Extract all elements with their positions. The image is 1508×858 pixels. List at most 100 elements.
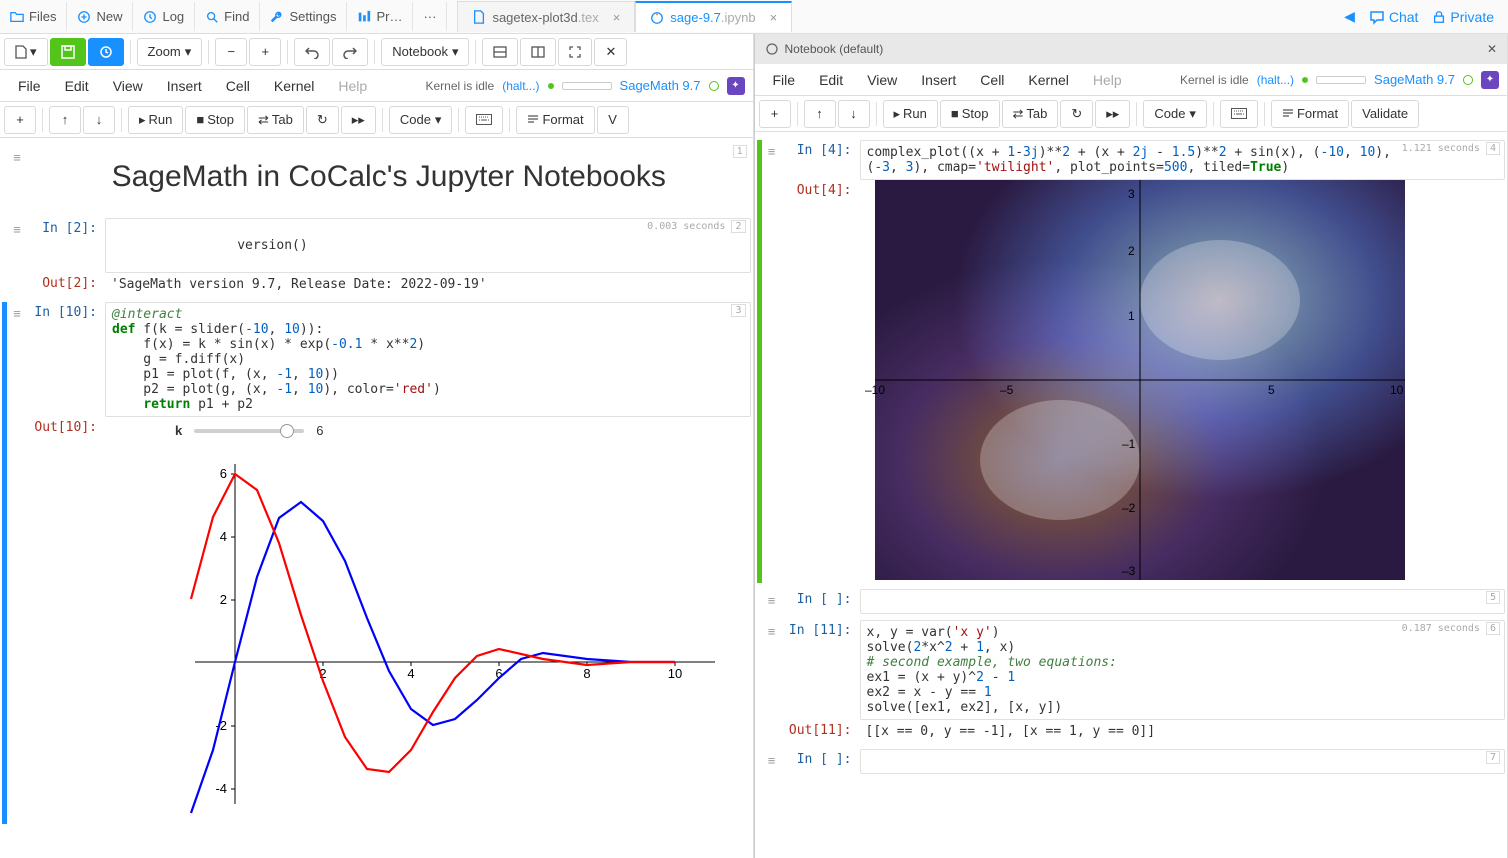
menu-kernel[interactable]: Kernel	[1018, 67, 1078, 93]
bars-icon	[357, 10, 371, 24]
zoom-in-button[interactable]: +	[249, 38, 281, 66]
redo-button[interactable]	[332, 38, 368, 66]
format-button[interactable]: Format	[1271, 100, 1349, 128]
right-notebook-body[interactable]: ≡ In [4]: 1.121 seconds 4complex_plot((x…	[755, 132, 1508, 858]
menu-edit[interactable]: Edit	[809, 67, 853, 93]
menu-insert[interactable]: Insert	[911, 67, 966, 93]
close-pane-button[interactable]: ✕	[594, 38, 627, 66]
document-icon	[15, 45, 27, 59]
split-h-button[interactable]	[482, 38, 518, 66]
move-up-button[interactable]: ↑	[49, 106, 81, 134]
run-button[interactable]: ▸ Run	[883, 100, 938, 128]
files-button[interactable]: Files	[0, 2, 67, 31]
cell-drag-icon[interactable]: ≡	[762, 140, 782, 583]
code-cell-empty-5[interactable]: ≡ In [ ]: 5	[757, 589, 1506, 614]
menu-help[interactable]: Help	[328, 73, 377, 99]
move-down-button[interactable]: ↓	[838, 100, 870, 128]
code-cell-2[interactable]: ≡ In [2]: 0.003 seconds 2version() Out[2…	[2, 218, 751, 296]
run-all-button[interactable]: ▸▸	[341, 106, 376, 134]
insert-cell-button[interactable]: +	[759, 100, 791, 128]
private-button[interactable]: Private	[1432, 9, 1494, 25]
chat-button[interactable]: Chat	[1369, 9, 1419, 25]
processes-button[interactable]: Pr…	[347, 2, 413, 31]
tab-sage97[interactable]: sage-9.7.ipynb ×	[635, 1, 792, 32]
cell-drag-icon[interactable]: ≡	[7, 302, 27, 824]
code-input[interactable]: 1.121 seconds 4complex_plot((x + 1-3j)**…	[860, 140, 1506, 180]
slider-thumb[interactable]	[280, 424, 294, 438]
cell-drag-icon[interactable]: ≡	[762, 589, 782, 614]
close-icon[interactable]: ✕	[1487, 42, 1497, 56]
code-input[interactable]: 0.003 seconds 2version()	[105, 218, 751, 273]
restart-button[interactable]: ↻	[1060, 100, 1093, 128]
close-icon[interactable]: ×	[770, 10, 778, 25]
interact-widget: k 6	[105, 417, 751, 444]
cell-drag-icon[interactable]: ≡	[762, 620, 782, 743]
stop-button[interactable]: ■ Stop	[185, 106, 245, 134]
fullscreen-button[interactable]	[558, 38, 592, 66]
code-cell-11[interactable]: ≡ In [11]: 0.187 seconds 6x, y = var('x …	[757, 620, 1506, 743]
celltype-dropdown[interactable]: Code ▾	[389, 106, 453, 134]
zoom-out-button[interactable]: −	[215, 38, 247, 66]
code-input[interactable]: 7	[860, 749, 1506, 774]
run-button[interactable]: ▸ Run	[128, 106, 183, 134]
run-all-button[interactable]: ▸▸	[1095, 100, 1130, 128]
kernel-halt-button[interactable]: (halt...)	[502, 79, 539, 93]
top-nav: Files New Log Find Settings Pr… ··· sage	[0, 0, 1508, 34]
stop-button[interactable]: ■ Stop	[940, 100, 1000, 128]
code-input[interactable]: 3@interact def f(k = slider(-10, 10)): f…	[105, 302, 751, 417]
menu-cell[interactable]: Cell	[970, 67, 1014, 93]
save-button[interactable]	[50, 38, 86, 66]
kernel-name[interactable]: SageMath 9.7	[1374, 72, 1455, 87]
celltype-dropdown[interactable]: Code ▾	[1143, 100, 1207, 128]
menu-help[interactable]: Help	[1083, 67, 1132, 93]
notebook-dropdown[interactable]: Notebook ▾	[381, 38, 469, 66]
code-cell-4[interactable]: ≡ In [4]: 1.121 seconds 4complex_plot((x…	[757, 140, 1506, 583]
format-button[interactable]: Format	[516, 106, 594, 134]
code-cell-empty-7[interactable]: ≡ In [ ]: 7	[757, 749, 1506, 774]
expand-icon	[569, 46, 581, 58]
validate-button[interactable]: V	[597, 106, 629, 134]
menu-insert[interactable]: Insert	[157, 73, 212, 99]
menu-file[interactable]: File	[8, 73, 51, 99]
slider[interactable]	[194, 429, 304, 433]
keyboard-button[interactable]	[465, 106, 503, 134]
cell-drag-icon[interactable]: ≡	[7, 146, 27, 212]
log-button[interactable]: Log	[133, 2, 195, 31]
move-down-button[interactable]: ↓	[83, 106, 115, 134]
menu-file[interactable]: File	[763, 67, 806, 93]
undo-button[interactable]	[294, 38, 330, 66]
keyboard-button[interactable]	[1220, 100, 1258, 128]
close-icon[interactable]: ×	[613, 10, 621, 25]
restart-button[interactable]: ↻	[306, 106, 339, 134]
more-button[interactable]: ···	[413, 2, 447, 31]
cell-drag-icon[interactable]: ≡	[7, 218, 27, 296]
cell-drag-icon[interactable]: ≡	[762, 749, 782, 774]
insert-cell-button[interactable]: +	[4, 106, 36, 134]
menu-cell[interactable]: Cell	[216, 73, 260, 99]
validate-button[interactable]: Validate	[1351, 100, 1419, 128]
new-button[interactable]: New	[67, 2, 133, 31]
move-up-button[interactable]: ↑	[804, 100, 836, 128]
split-v-button[interactable]	[520, 38, 556, 66]
zoom-button[interactable]: Zoom ▾	[137, 38, 203, 66]
code-input[interactable]: 5	[860, 589, 1506, 614]
new-doc-button[interactable]: ▾	[4, 38, 48, 66]
menu-kernel[interactable]: Kernel	[264, 73, 324, 99]
markdown-cell[interactable]: ≡ 1 SageMath in CoCalc's Jupyter Noteboo…	[2, 146, 751, 212]
tab-button[interactable]: ⇄ Tab	[247, 106, 304, 134]
left-notebook-body[interactable]: ≡ 1 SageMath in CoCalc's Jupyter Noteboo…	[0, 138, 753, 858]
kernel-name[interactable]: SageMath 9.7	[620, 78, 701, 93]
menu-view[interactable]: View	[103, 73, 153, 99]
plus-circle-icon	[77, 10, 91, 24]
find-button[interactable]: Find	[195, 2, 260, 31]
menu-edit[interactable]: Edit	[55, 73, 99, 99]
kernel-halt-button[interactable]: (halt...)	[1257, 73, 1294, 87]
tab-button[interactable]: ⇄ Tab	[1002, 100, 1059, 128]
code-input[interactable]: 0.187 seconds 6x, y = var('x y') solve(2…	[860, 620, 1506, 720]
code-cell-10[interactable]: ≡ In [10]: 3@interact def f(k = slider(-…	[2, 302, 751, 824]
caret-left-icon[interactable]: ◀	[1344, 8, 1355, 25]
menu-view[interactable]: View	[857, 67, 907, 93]
timetravel-button[interactable]	[88, 38, 124, 66]
settings-button[interactable]: Settings	[260, 2, 347, 31]
tab-sagetex[interactable]: sagetex-plot3d.tex ×	[457, 1, 635, 32]
